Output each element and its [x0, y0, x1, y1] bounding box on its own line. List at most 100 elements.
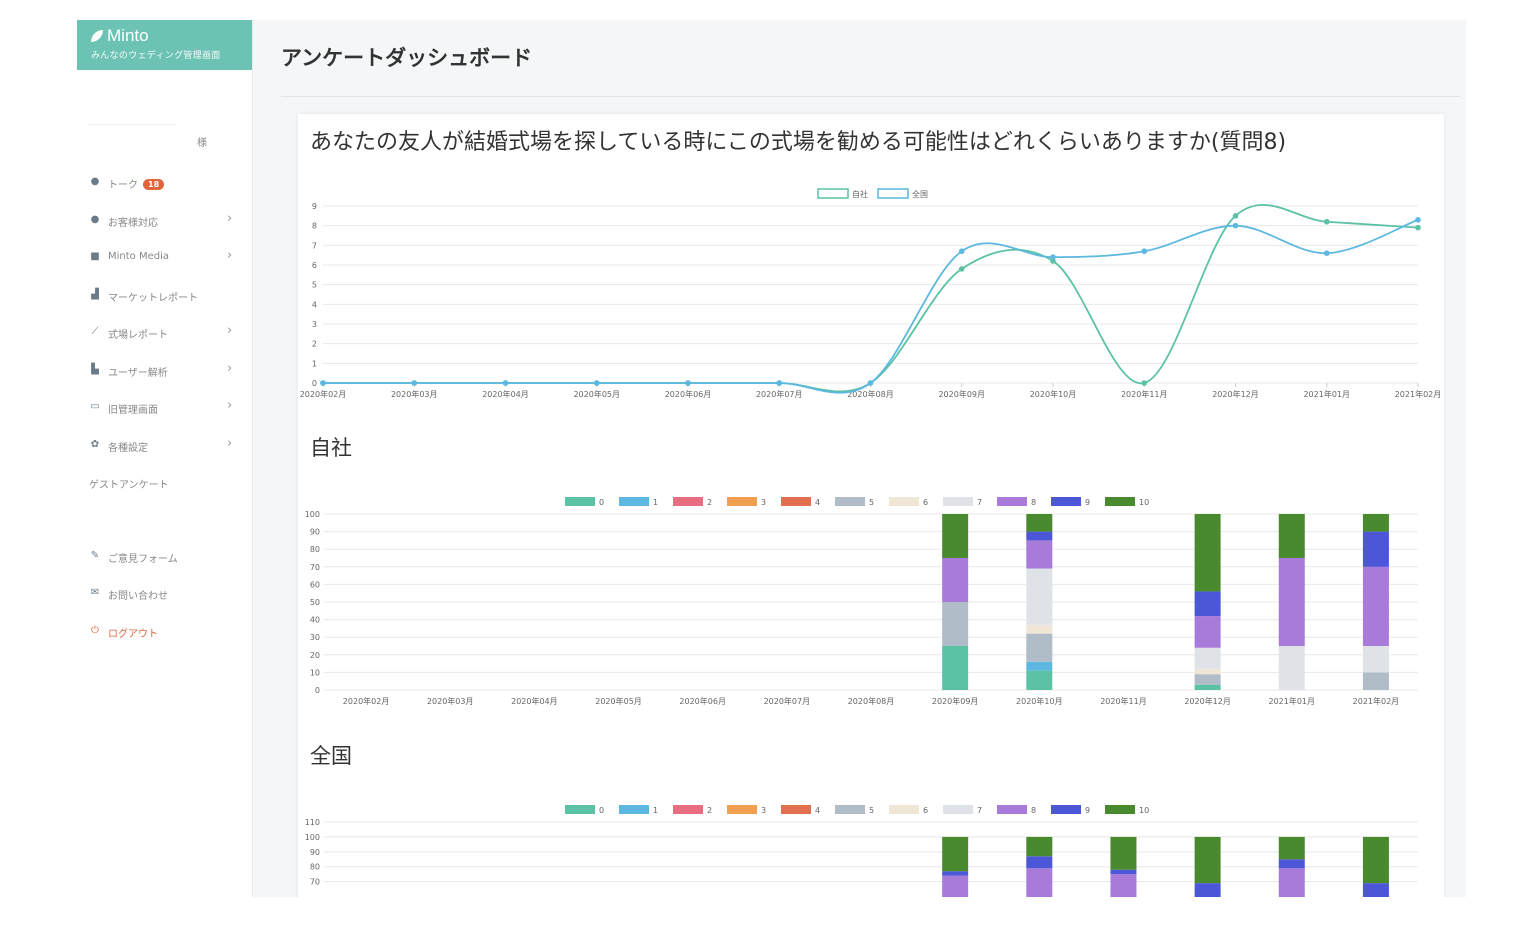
bar-segment [1362, 646, 1389, 673]
laptop-icon: ▭ [90, 401, 100, 412]
gear-icon: ✿ [90, 439, 100, 450]
legend-label: 9 [1085, 498, 1090, 507]
user-honorific: 様 [197, 138, 207, 149]
x-tick-label: 2020年11月 [1121, 389, 1168, 399]
bar-segment [1362, 836, 1389, 884]
legend-label: 6 [923, 806, 928, 815]
chevron-right-icon: › [227, 211, 233, 226]
y-tick-label: 40 [310, 616, 320, 625]
bar-segment [1110, 836, 1137, 870]
legend-swatch [1051, 805, 1081, 814]
y-tick-label: 70 [310, 563, 320, 572]
x-tick-label: 2020年04月 [511, 696, 558, 706]
legend-label: 6 [923, 498, 928, 507]
sidebar-item-label: 式場レポート [108, 330, 168, 341]
chevron-right-icon: › [227, 436, 233, 451]
legend-label: 3 [761, 498, 766, 507]
y-tick-label: 8 [312, 222, 317, 231]
legend-label: 8 [1031, 498, 1036, 507]
sidebar-item-label: お客様対応 [108, 218, 158, 229]
data-point [1323, 218, 1330, 225]
chevron-right-icon: › [227, 361, 233, 376]
bar-segment [1194, 883, 1221, 897]
data-point [1415, 216, 1421, 223]
y-tick-label: 100 [305, 510, 320, 519]
bar-segment [1278, 868, 1305, 897]
data-point [1050, 254, 1056, 260]
legend-label: 7 [977, 806, 982, 815]
y-tick-label: 0 [315, 686, 320, 695]
sidebar-item-12[interactable]: ⏻ ログアウト [77, 619, 252, 643]
page-title: アンケートダッシュボード [281, 46, 533, 70]
bar-segment [1278, 859, 1305, 869]
y-tick-label: 30 [310, 633, 320, 642]
sidebar-item-11[interactable]: ✉ お問い合わせ [77, 581, 252, 605]
x-tick-label: 2020年12月 [1212, 389, 1259, 399]
x-tick-label: 2020年07月 [764, 696, 811, 706]
sidebar: Minto みんなのウェディング管理画面 様 ● トーク 18 ● お客様対応 › ■ Min… [77, 20, 253, 897]
data-point [1323, 250, 1330, 256]
brand-subtitle: みんなのウェディング管理画面 [91, 51, 221, 61]
bar-segment [1026, 624, 1053, 634]
y-tick-label: 9 [312, 202, 317, 211]
unread-badge: 18 [143, 179, 165, 190]
legend-label: 9 [1085, 806, 1090, 815]
user-area: 様 [77, 120, 252, 160]
legend-label: 3 [761, 806, 766, 815]
legend-swatch [781, 497, 811, 506]
sidebar-item-9[interactable]: ゲストアンケート [77, 470, 252, 494]
legend-label: 10 [1139, 498, 1149, 507]
legend-swatch [889, 497, 919, 506]
x-tick-label: 2020年08月 [848, 696, 895, 706]
sidebar-item-label: お問い合わせ [108, 591, 168, 602]
y-tick-label: 20 [310, 651, 320, 660]
bar-chart-national: 70 80 90 100 110 0 1 2 3 4 5 6 7 8 9 10 [305, 805, 1418, 897]
x-tick-label: 2020年05月 [595, 696, 642, 706]
bar-segment [942, 871, 969, 876]
bar-segment [1110, 874, 1137, 897]
bar-segment [1194, 616, 1221, 648]
sidebar-item-2[interactable]: ● お客様対応 › [77, 208, 252, 232]
sidebar-item-7[interactable]: ▭ 旧管理画面 › [77, 395, 252, 419]
chevron-right-icon: › [227, 248, 233, 263]
brand-logo[interactable]: Minto みんなのウェディング管理画面 [77, 20, 252, 70]
bar-segment [1026, 568, 1053, 625]
y-tick-label: 110 [305, 818, 320, 827]
line-chart: 0 1 2 3 4 5 6 7 8 9 2020年02月 2020年03月 2020年04月 2020年0… [300, 188, 1441, 399]
bar-segment [1362, 531, 1389, 567]
x-tick-label: 2020年05月 [573, 389, 620, 399]
sidebar-item-5[interactable]: ⟋ 式場レポート › [77, 320, 252, 344]
sidebar-item-1[interactable]: ● トーク 18 [77, 170, 252, 194]
sidebar-item-6[interactable]: ▙ ユーザー解析 › [77, 358, 252, 382]
bar-segment [1026, 540, 1053, 569]
leaf-icon [91, 30, 103, 42]
bar-segment [1194, 514, 1221, 592]
bar-segment [1278, 514, 1305, 558]
sidebar-item-8[interactable]: ✿ 各種設定 › [77, 433, 252, 457]
bar-segment [1194, 591, 1221, 617]
x-tick-label: 2020年10月 [1030, 389, 1077, 399]
data-point [1141, 248, 1148, 255]
sidebar-item-label: 各種設定 [108, 443, 148, 454]
sidebar-item-3[interactable]: ■ Minto Media › [77, 245, 252, 269]
title-divider [281, 96, 1461, 97]
bar-segment [942, 558, 969, 602]
bar-segment [1362, 566, 1389, 646]
sidebar-item-10[interactable]: ✎ ご意見フォーム [77, 544, 252, 568]
x-tick-label: 2020年11月 [1100, 696, 1147, 706]
data-point [593, 380, 600, 386]
bar-segment [1194, 684, 1221, 690]
y-tick-label: 5 [312, 281, 317, 290]
data-point [958, 266, 965, 272]
bar-segment [1194, 674, 1221, 685]
pencil-icon: ✎ [90, 550, 100, 561]
legend-swatch [997, 497, 1027, 506]
brand-name: Minto [107, 26, 149, 45]
sidebar-item-label: ユーザー解析 [108, 368, 168, 379]
x-tick-label: 2020年04月 [482, 389, 529, 399]
bar-segment [1026, 670, 1053, 690]
y-tick-label: 60 [310, 580, 320, 589]
sidebar-item-4[interactable]: ▟ マーケットレポート [77, 283, 252, 307]
bar-segment [942, 875, 969, 897]
data-point [502, 380, 509, 386]
